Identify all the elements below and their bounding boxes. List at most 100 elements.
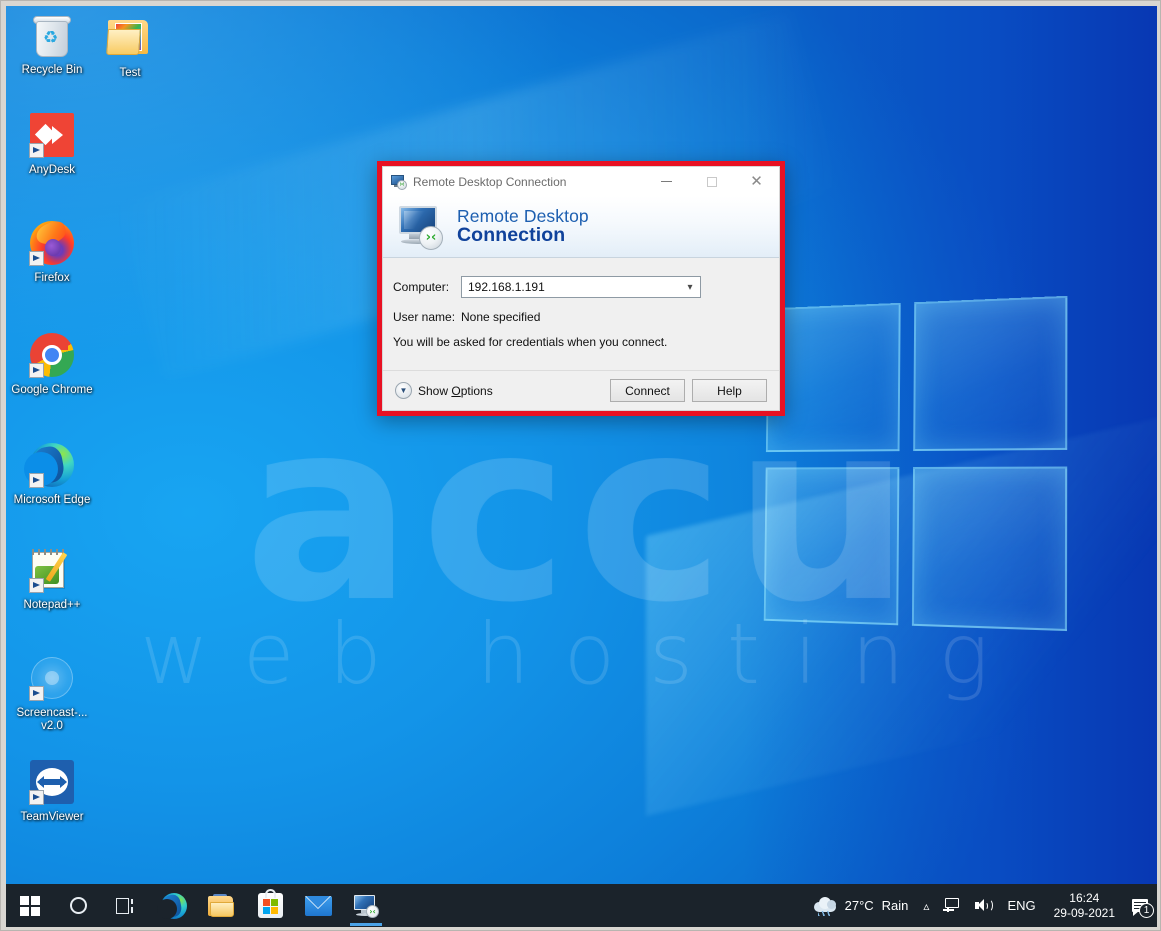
- minimize-button[interactable]: [644, 167, 689, 196]
- shortcut-arrow-icon: [29, 790, 44, 805]
- shortcut-arrow-icon: [29, 578, 44, 593]
- desktop-icon-label: Screencast-... v2.0: [16, 707, 88, 732]
- notepad-plus-plus-icon: [28, 548, 76, 596]
- search-button[interactable]: [54, 884, 102, 927]
- computer-input-value: 192.168.1.191: [468, 280, 545, 294]
- screen-capture-frame: accu web hosting ♻ Recycle Bin Test AnyD…: [0, 0, 1161, 931]
- task-view-button[interactable]: [102, 884, 150, 927]
- username-label: User name:: [393, 310, 456, 324]
- taskbar-item-file-explorer[interactable]: [198, 884, 246, 927]
- chevron-up-icon: ▵: [923, 898, 930, 913]
- show-options-label-pre: Show: [418, 383, 452, 398]
- desktop-icon-microsoft-edge[interactable]: Microsoft Edge: [10, 441, 94, 507]
- desktop-icon-label: Recycle Bin: [21, 64, 83, 76]
- branding-header: ›‹ Remote Desktop Connection: [383, 196, 779, 258]
- connect-button[interactable]: Connect: [610, 379, 685, 402]
- cortana-search-icon: [69, 897, 87, 914]
- windows-desktop[interactable]: accu web hosting ♻ Recycle Bin Test AnyD…: [6, 6, 1157, 927]
- desktop-icon-label: Google Chrome: [11, 384, 93, 396]
- taskbar-item-microsoft-store[interactable]: [246, 884, 294, 927]
- network-icon: [943, 898, 960, 913]
- rain-cloud-icon: [813, 896, 838, 916]
- recycle-bin-icon: ♻: [28, 13, 76, 61]
- desktop-icon-label: AnyDesk: [28, 164, 76, 176]
- disc-icon: [28, 656, 76, 704]
- chrome-icon: [28, 333, 76, 381]
- desktop-icon-test-folder[interactable]: Test: [88, 12, 172, 80]
- computer-label: Computer:: [393, 280, 450, 294]
- edge-taskbar-icon: [157, 892, 187, 919]
- shortcut-arrow-icon: [29, 363, 44, 378]
- volume-button[interactable]: [967, 884, 999, 927]
- volume-icon: [974, 898, 994, 913]
- window-title: Remote Desktop Connection: [413, 174, 567, 189]
- taskbar-item-mail[interactable]: [294, 884, 342, 927]
- shortcut-arrow-icon: [29, 143, 44, 158]
- action-center-button[interactable]: 1: [1125, 884, 1155, 927]
- task-view-icon: [116, 897, 136, 914]
- taskbar[interactable]: ›‹ 27°C Rain ▵ ENG 16:24 29-09-2021 1: [6, 884, 1157, 927]
- clock-time: 16:24: [1069, 890, 1100, 905]
- desktop-icon-teamviewer[interactable]: TeamViewer: [10, 758, 94, 824]
- brand-title-line1: Remote Desktop: [457, 205, 589, 226]
- network-button[interactable]: [936, 884, 967, 927]
- desktop-icon-google-chrome[interactable]: Google Chrome: [10, 331, 94, 397]
- teamviewer-icon: [28, 760, 76, 808]
- remote-desktop-taskbar-icon: ›‹: [353, 894, 379, 918]
- close-icon: ✕: [750, 172, 763, 190]
- mail-taskbar-icon: [304, 895, 332, 916]
- desktop-icon-recycle-bin[interactable]: ♻ Recycle Bin: [10, 12, 94, 77]
- show-options-accelerator: O: [451, 383, 461, 398]
- microsoft-store-taskbar-icon: [257, 889, 283, 918]
- folder-icon: [106, 16, 154, 64]
- firefox-icon: [28, 218, 76, 269]
- computer-row: Computer: 192.168.1.191 ▾: [393, 276, 769, 298]
- tray-overflow-button[interactable]: ▵: [916, 884, 936, 927]
- username-value: None specified: [461, 310, 541, 324]
- desktop-icon-notepad-plus-plus[interactable]: Notepad++: [10, 546, 94, 612]
- taskbar-item-remote-desktop[interactable]: ›‹: [342, 884, 390, 927]
- shortcut-arrow-icon: [29, 251, 44, 266]
- notification-count-badge: 1: [1139, 903, 1154, 918]
- file-explorer-taskbar-icon: [208, 893, 236, 918]
- chevron-down-circle-icon: ▼: [395, 382, 412, 399]
- desktop-icon-firefox[interactable]: Firefox: [10, 218, 94, 285]
- username-row: User name: None specified: [393, 310, 540, 324]
- clock-date: 29-09-2021: [1053, 905, 1115, 920]
- computer-input[interactable]: 192.168.1.191 ▾: [461, 276, 701, 298]
- window-title-bar[interactable]: ›‹ Remote Desktop Connection ✕: [383, 167, 779, 196]
- show-options-toggle[interactable]: ▼ Show Options: [395, 382, 603, 399]
- desktop-icon-anydesk[interactable]: AnyDesk: [10, 111, 94, 177]
- windows-start-icon: [20, 895, 40, 916]
- show-options-label-post: ptions: [460, 383, 493, 398]
- dialog-body: Computer: 192.168.1.191 ▾ User name: Non…: [383, 258, 779, 370]
- desktop-icon-label: Notepad++: [23, 599, 81, 611]
- desktop-icon-label: TeamViewer: [20, 811, 84, 823]
- maximize-button[interactable]: [689, 167, 734, 196]
- close-button[interactable]: ✕: [734, 167, 779, 196]
- clock[interactable]: 16:24 29-09-2021: [1044, 884, 1125, 927]
- desktop-icon-screencast[interactable]: Screencast-... v2.0: [10, 654, 94, 732]
- help-button[interactable]: Help: [692, 379, 767, 402]
- anydesk-icon: [28, 113, 76, 161]
- taskbar-item-edge[interactable]: [150, 884, 198, 927]
- edge-icon: [24, 443, 76, 491]
- remote-desktop-connection-window[interactable]: ›‹ Remote Desktop Connection ✕ ›‹ Remote…: [377, 161, 785, 416]
- chevron-down-icon[interactable]: ▾: [680, 277, 700, 297]
- brand-title-line2: Connection: [457, 224, 566, 247]
- remote-desktop-monitor-icon: ›‹: [395, 204, 447, 250]
- shortcut-arrow-icon: [29, 686, 44, 701]
- weather-condition: Rain: [881, 898, 909, 913]
- credentials-hint: You will be asked for credentials when y…: [393, 335, 668, 349]
- system-tray[interactable]: 27°C Rain ▵ ENG 16:24 29-09-2021 1: [806, 884, 1157, 927]
- language-indicator[interactable]: ENG: [999, 884, 1043, 927]
- remote-desktop-icon: ›‹: [391, 174, 407, 190]
- desktop-icon-label: Firefox: [34, 272, 70, 284]
- dialog-footer: ▼ Show Options Connect Help: [383, 370, 779, 410]
- desktop-icon-label: Microsoft Edge: [13, 494, 91, 506]
- weather-widget[interactable]: 27°C Rain: [806, 884, 917, 927]
- desktop-icon-label: Test: [119, 67, 141, 79]
- weather-temperature: 27°C: [844, 898, 874, 913]
- start-button[interactable]: [6, 884, 54, 927]
- shortcut-arrow-icon: [29, 473, 44, 488]
